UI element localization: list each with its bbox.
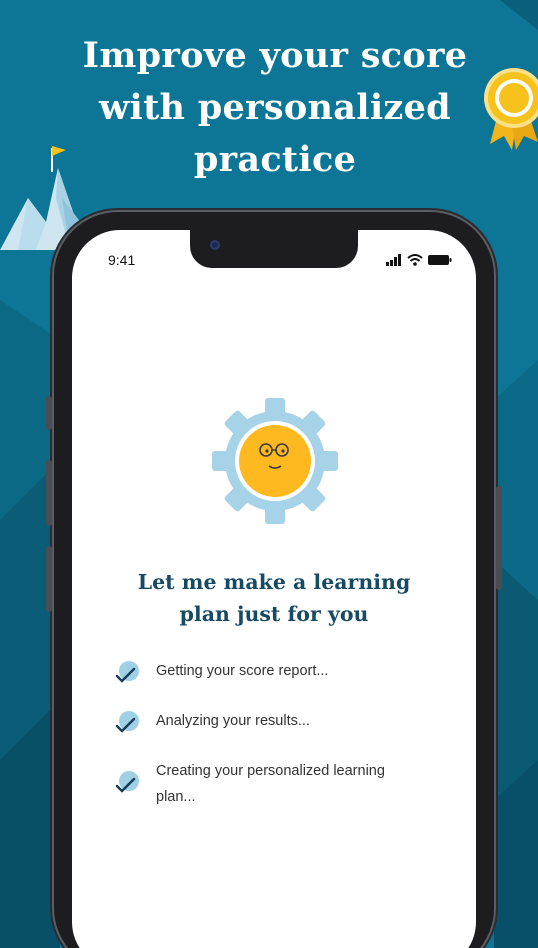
phone-volume-down xyxy=(46,546,52,612)
headline: Improve your score with personalized pra… xyxy=(40,30,510,186)
status-icons xyxy=(386,252,458,268)
progress-step-label: Getting your score report... xyxy=(156,663,329,679)
progress-step-label: Analyzing your results... xyxy=(156,713,310,729)
checkmark-icon xyxy=(115,771,139,793)
checkmark-icon xyxy=(115,661,139,683)
phone-power-button xyxy=(496,486,502,590)
phone-screen: 9:41 Let me make a learning plan just fo… xyxy=(72,230,476,948)
progress-step: Getting your score report... xyxy=(112,658,452,686)
gear-face-icon xyxy=(212,398,338,524)
status-time: 9:41 xyxy=(108,252,136,268)
headline-line-1: Improve your score xyxy=(82,35,468,76)
battery-icon xyxy=(428,255,452,265)
headline-line-2: with personalized xyxy=(99,87,451,128)
progress-step-label-line-2: plan... xyxy=(156,789,196,805)
progress-steps-list: Getting your score report... Analyzing y… xyxy=(112,658,452,832)
learning-plan-title: Let me make a learning plan just for you xyxy=(92,566,456,630)
checkmark-icon xyxy=(115,711,139,733)
wifi-icon xyxy=(407,254,423,266)
learning-plan-title-line-2: plan just for you xyxy=(179,602,369,626)
front-camera-icon xyxy=(210,240,220,250)
phone-mute-switch xyxy=(46,396,52,430)
phone-mockup: 9:41 Let me make a learning plan just fo… xyxy=(46,212,502,948)
promo-screen: Improve your score with personalized pra… xyxy=(0,0,538,948)
signal-icon xyxy=(386,254,401,266)
progress-step: Creating your personalized learning plan… xyxy=(112,758,452,810)
progress-step: Analyzing your results... xyxy=(112,708,452,736)
progress-step-label-line-1: Creating your personalized learning xyxy=(156,763,385,779)
phone-notch xyxy=(190,230,358,268)
headline-line-3: practice xyxy=(193,139,357,180)
award-badge-icon xyxy=(484,68,538,150)
learning-plan-title-line-1: Let me make a learning xyxy=(137,570,411,594)
phone-volume-up xyxy=(46,460,52,526)
